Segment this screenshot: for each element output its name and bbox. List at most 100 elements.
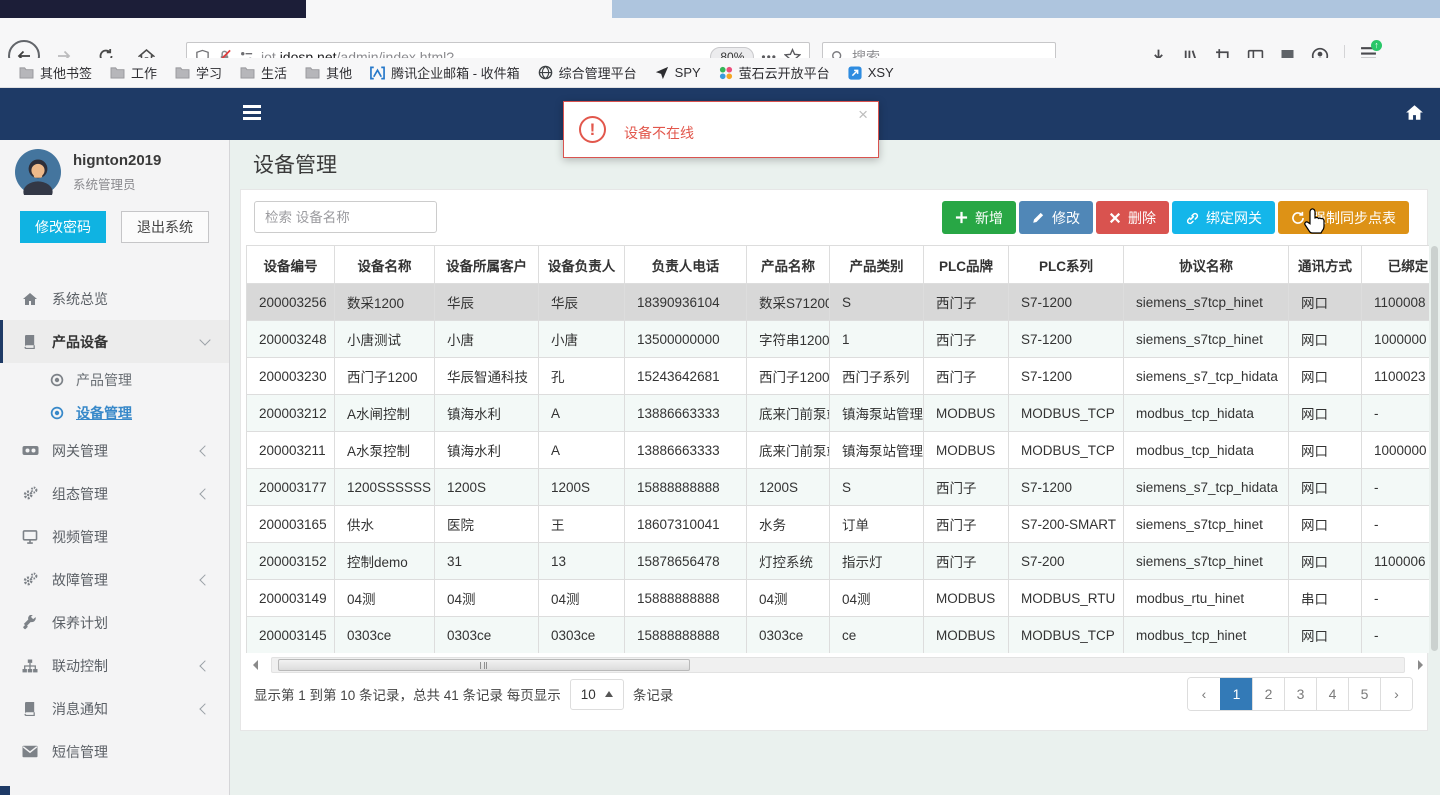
column-header[interactable]: 已绑定网关 (1361, 245, 1429, 284)
bookmark-item[interactable]: SPY (646, 61, 710, 85)
edit-button[interactable]: 修改 (1019, 201, 1093, 234)
inactive-tab[interactable] (306, 0, 612, 18)
table-cell: 西门子1200 (746, 357, 830, 395)
alert-close-button[interactable]: × (858, 105, 868, 125)
sidebar-item-gateway-mgmt[interactable]: 网关管理 (0, 429, 229, 472)
table-row[interactable]: 200003165 供水 医院王 18607310041 水务 订单 西门子 S7-200-S… (246, 505, 1429, 543)
bookmark-item[interactable]: XSY (839, 61, 903, 85)
sidebar-item-message-notify[interactable]: 消息通知 (0, 687, 229, 730)
column-header[interactable]: 协议名称 (1123, 245, 1289, 284)
table-cell: siemens_s7tcp_hinet (1123, 505, 1289, 543)
sidebar-item-linkage-control[interactable]: 联动控制 (0, 644, 229, 687)
vertical-scrollbar-thumb[interactable] (1431, 246, 1438, 651)
column-header[interactable]: 设备编号 (246, 245, 335, 284)
page-button[interactable]: 5 (1348, 678, 1380, 710)
table-header-row: 设备编号 设备名称 设备所属客户 设备负责人 负责人电话 产品名称 产品类别 PLC品牌 PLC… (246, 245, 1429, 284)
sidebar-item-video-mgmt[interactable]: 视频管理 (0, 515, 229, 558)
table-row[interactable]: 200003177 1200SSSSSS 1200S 1200S 15888888888… (246, 468, 1429, 506)
table-cell: 西门子 (923, 320, 1009, 358)
table-cell: 网口 (1288, 468, 1362, 506)
table-footer: 显示第 1 到第 10 条记录，总共 41 条记录 每页显示 10 条记录 ‹ 1… (241, 677, 1427, 717)
table-row[interactable]: 200003145 0303ce 0303ce 0303ce 15888888888 03… (246, 616, 1429, 653)
sidebar-item-config-mgmt[interactable]: 组态管理 (0, 472, 229, 515)
table-row[interactable]: 200003152 控制demo 31 13 15878656478 灯控系统 指示灯 西门子… (246, 542, 1429, 580)
table-cell: A水闸控制 (334, 394, 435, 432)
sidebar-item-product-device[interactable]: 产品设备 (0, 320, 229, 363)
table-row[interactable]: 200003212A水闸控制镇海水利A13886663333底来门前泵站镇海泵站… (246, 394, 1429, 432)
force-sync-button[interactable]: 强制同步点表 (1278, 201, 1409, 234)
sidebar-item-overview[interactable]: 系统总览 (0, 277, 229, 320)
column-header[interactable]: 设备所属客户 (434, 245, 539, 284)
page-button[interactable]: 4 (1316, 678, 1348, 710)
page-button[interactable]: 1 (1220, 678, 1252, 710)
column-header[interactable]: 设备负责人 (538, 245, 625, 284)
bookmark-item[interactable]: 腾讯企业邮箱 - 收件箱 (361, 61, 529, 85)
table-row[interactable]: 200003256 数采1200 华辰 华辰 18390936104 数采S71200 S 西… (246, 283, 1429, 321)
table-cell: S7-1200 (1008, 357, 1124, 395)
scrollbar-thumb[interactable] (278, 659, 690, 671)
table-cell: 200003212 (246, 394, 335, 432)
bookmark-label: 其他 (326, 66, 353, 81)
table-cell: MODBUS (923, 616, 1009, 653)
arrow-square-icon (848, 65, 862, 80)
bookmark-item[interactable]: 其他书签 (10, 61, 101, 85)
delete-button[interactable]: 删除 (1096, 201, 1169, 234)
column-header[interactable]: 产品类别 (829, 245, 924, 284)
sidebar-item-maintenance-plan[interactable]: 保养计划 (0, 601, 229, 644)
username: hignton2019 (73, 151, 162, 169)
page-size-dropdown[interactable]: 10 (569, 678, 624, 710)
sidebar-item-sms-mgmt[interactable]: 短信管理 (0, 730, 229, 773)
bookmark-item[interactable]: 综合管理平台 (529, 61, 646, 85)
column-header[interactable]: 设备名称 (334, 245, 435, 284)
scrollbar-track[interactable] (271, 657, 1405, 673)
bookmark-item[interactable]: 学习 (166, 61, 231, 85)
active-tab[interactable] (0, 0, 306, 18)
app-home-button[interactable] (1405, 104, 1424, 126)
column-header[interactable]: PLC品牌 (923, 245, 1009, 284)
scroll-right-arrow[interactable] (1418, 660, 1423, 670)
bind-gateway-button[interactable]: 绑定网关 (1172, 201, 1275, 234)
sidebar-item-label: 联动控制 (52, 657, 108, 674)
column-header[interactable]: 负责人电话 (624, 245, 747, 284)
table-cell: 1100008 (1361, 283, 1429, 321)
bookmark-item[interactable]: 工作 (101, 61, 166, 85)
next-page-button[interactable]: › (1380, 678, 1412, 710)
bookmark-item[interactable]: 生活 (231, 61, 296, 85)
bookmark-item[interactable]: 其他 (296, 61, 361, 85)
bookmark-label: 腾讯企业邮箱 - 收件箱 (391, 66, 520, 81)
sidebar-subitem-device-mgmt[interactable]: 设备管理 (0, 396, 229, 429)
change-password-button[interactable]: 修改密码 (20, 211, 106, 243)
table-cell: 西门子 (923, 283, 1009, 321)
chevron-left-icon (199, 445, 211, 457)
table-row[interactable]: 200003211A水泵控制镇海水利A13886663333底来门前泵站镇海泵站… (246, 431, 1429, 469)
table-row[interactable]: 200003248 小唐测试 小唐 小唐 13500000000 字符串1200 1 西门子 S… (246, 320, 1429, 358)
column-header[interactable]: PLC系列 (1008, 245, 1124, 284)
action-buttons: 新增 修改 删除 绑定网关 强制同步点表 (942, 201, 1409, 234)
table-cell: 网口 (1288, 357, 1362, 395)
envelope-icon (22, 745, 40, 758)
table-cell: 西门子系列 (829, 357, 924, 395)
bookmark-item[interactable]: 萤石云开放平台 (710, 61, 839, 85)
table-cell: 供水 (334, 505, 435, 543)
page-button[interactable]: 2 (1252, 678, 1284, 710)
logout-button[interactable]: 退出系统 (121, 211, 209, 243)
device-search-input[interactable] (254, 201, 437, 233)
page-button[interactable]: 3 (1284, 678, 1316, 710)
sidebar-subitem-product-mgmt[interactable]: 产品管理 (0, 363, 229, 396)
column-header[interactable]: 产品名称 (746, 245, 830, 284)
mouse-cursor (1304, 208, 1325, 234)
table-cell: 镇海泵站管理 (829, 394, 924, 432)
column-header[interactable]: 通讯方式 (1288, 245, 1362, 284)
sidebar-collapse-button[interactable] (243, 105, 261, 121)
prev-page-button[interactable]: ‹ (1188, 678, 1220, 710)
scroll-left-arrow[interactable] (253, 660, 258, 670)
table-cell: 200003177 (246, 468, 335, 506)
horizontal-scrollbar[interactable] (249, 657, 1423, 674)
add-button[interactable]: 新增 (942, 201, 1016, 234)
tab-strip[interactable] (0, 0, 1440, 18)
table-row[interactable]: 200003230 西门子1200 华辰智通科技孔 15243642681 西门子120… (246, 357, 1429, 395)
sidebar-item-fault-mgmt[interactable]: 故障管理 (0, 558, 229, 601)
table-cell: 灯控系统 (746, 542, 830, 580)
table-cell: 网口 (1288, 431, 1362, 469)
table-row[interactable]: 200003149 04测 04测 04测 15888888888 04测 04测 MODBU… (246, 579, 1429, 617)
